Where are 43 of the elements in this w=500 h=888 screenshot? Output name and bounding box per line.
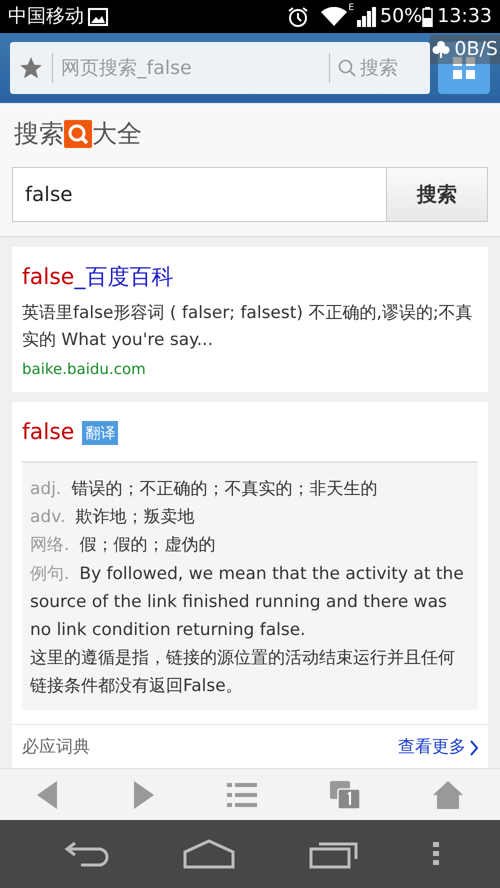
network-speed-text: 0B/S <box>454 37 498 62</box>
search-icon <box>338 59 356 77</box>
part-of-speech: adv. <box>30 507 66 528</box>
logo-icon <box>64 120 92 148</box>
tabs-icon <box>330 780 360 808</box>
example-sentence: 例句. By followed, we mean that the activity at the source of the link finished running and there was no link condition returning false. <box>30 562 465 642</box>
part-of-speech: adj. <box>30 479 62 500</box>
see-more-link[interactable]: 查看更多 <box>398 734 478 760</box>
club-icon <box>432 40 450 58</box>
translate-tag: 翻译 <box>82 420 118 446</box>
search-field[interactable]: false <box>12 166 386 222</box>
more-icon <box>433 842 439 866</box>
site-title: 大全 <box>92 118 142 150</box>
chevron-right-icon <box>470 740 478 756</box>
dictionary-word: false <box>22 419 74 448</box>
network-type-label: E <box>348 2 354 15</box>
carrier-name: 中国移动 <box>8 4 84 30</box>
address-text: 网页搜索_false <box>61 56 193 81</box>
clock-time: 13:33 <box>437 4 492 30</box>
star-icon[interactable] <box>18 55 44 81</box>
dictionary-source: 必应词典 <box>22 736 90 759</box>
signal-icon <box>356 6 376 26</box>
image-icon <box>88 8 108 26</box>
definition-text: 错误的；不正确的；不真实的；非天生的 <box>71 479 378 500</box>
battery-icon <box>422 6 434 26</box>
wifi-icon <box>321 6 348 26</box>
home-outline-icon <box>183 839 235 869</box>
result-snippet: 英语里false形容词 ( falser; falsest) 不正确的,谬误的;不真实的 What you're say... <box>22 302 474 352</box>
definition-text: 假；假的；虚伪的 <box>79 535 216 556</box>
search-button[interactable]: 搜索 <box>386 166 488 222</box>
battery-percentage: 50% <box>380 4 422 30</box>
back-arrow-icon <box>36 780 59 808</box>
result-title-link[interactable]: false_百度百科 <box>22 260 478 294</box>
part-of-speech: 网络. <box>30 535 70 556</box>
home-icon <box>433 780 464 808</box>
forward-arrow-icon <box>132 780 154 808</box>
definition-text: 欺诈地；叛卖地 <box>75 507 194 528</box>
alarm-icon <box>287 6 310 28</box>
site-title: 搜索 <box>14 118 64 150</box>
example-translation: 这里的遵循是指，链接的源位置的活动结束运行并且任何链接条件都没有返回False。 <box>30 646 456 698</box>
result-url: baike.baidu.com <box>22 358 147 380</box>
menu-icon <box>226 782 257 808</box>
grid-icon <box>452 56 476 80</box>
